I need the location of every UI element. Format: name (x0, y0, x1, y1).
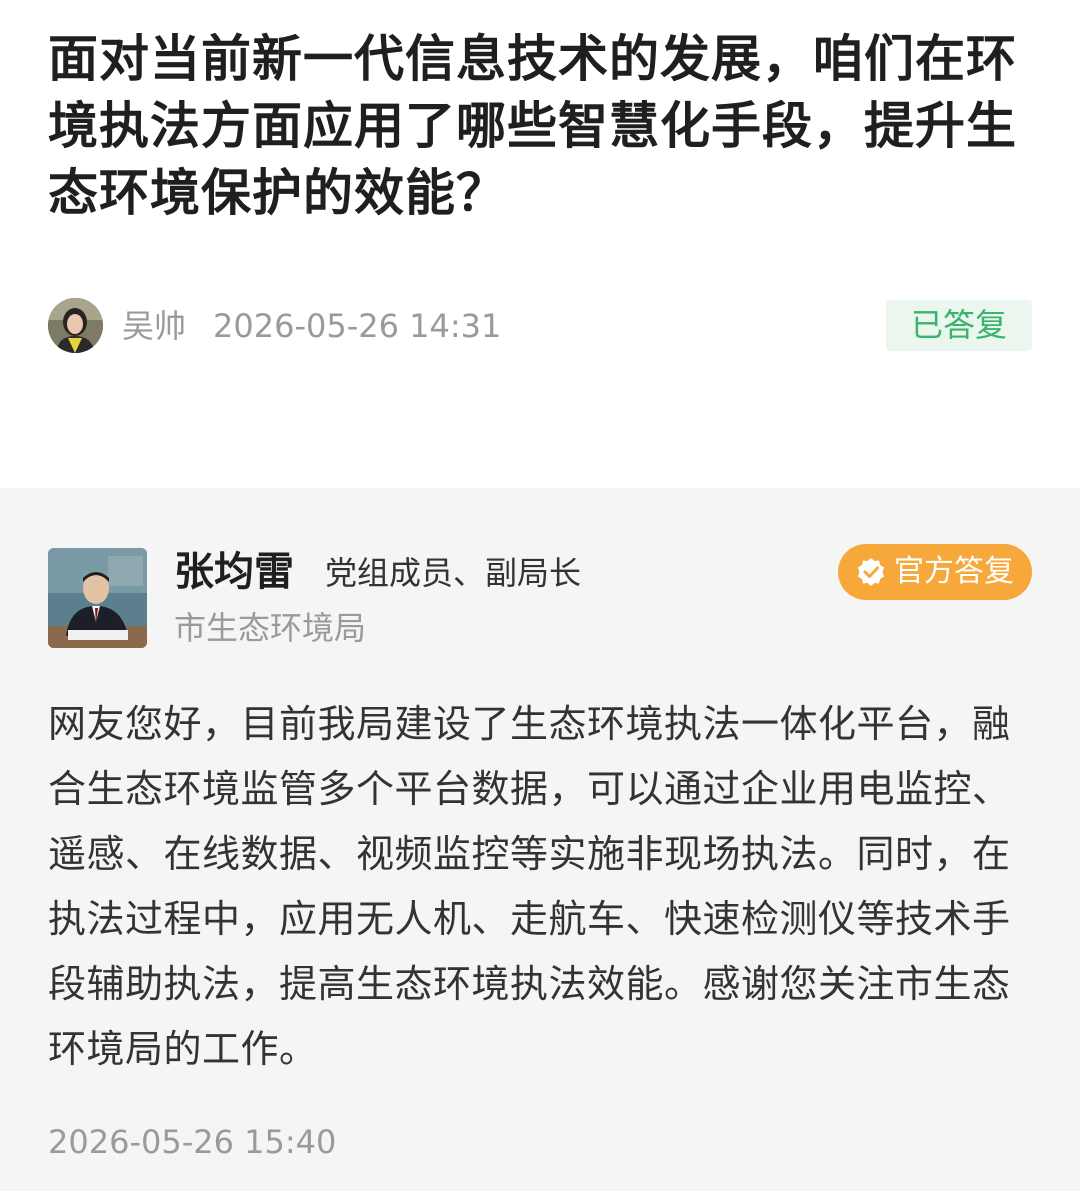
status-badge: 已答复 (886, 300, 1032, 351)
asker-avatar[interactable] (48, 298, 103, 353)
answer-timestamp: 2026-05-26 15:40 (48, 1123, 337, 1161)
responder-portrait-icon (48, 548, 147, 648)
responder-avatar[interactable] (48, 548, 147, 648)
responder-name: 张均雷 (174, 549, 294, 595)
asker-portrait-icon (48, 298, 103, 353)
question-section: 面对当前新一代信息技术的发展，咱们在环境执法方面应用了哪些智慧化手段，提升生态环… (0, 0, 1080, 488)
official-reply-badge: 官方答复 (838, 544, 1032, 600)
responder-role: 党组成员、副局长 (325, 554, 582, 592)
asker-name: 吴帅 (122, 307, 187, 345)
asker-info-row: 吴帅 2026-05-26 14:31 已答复 (48, 298, 1032, 354)
answer-section: 张均雷 党组成员、副局长 市生态环境局 官方答复 网友您好，目前我局建设了生态环… (0, 488, 1080, 1191)
verified-check-icon (858, 558, 884, 586)
official-reply-label: 官方答复 (894, 554, 1014, 589)
question-timestamp: 2026-05-26 14:31 (213, 307, 502, 345)
answer-content: 网友您好，目前我局建设了生态环境执法一体化平台，融合生态环境监管多个平台数据，可… (48, 702, 1011, 1071)
responder-org: 市生态环境局 (174, 609, 367, 647)
question-title: 面对当前新一代信息技术的发展，咱们在环境执法方面应用了哪些智慧化手段，提升生态环… (48, 30, 1017, 222)
